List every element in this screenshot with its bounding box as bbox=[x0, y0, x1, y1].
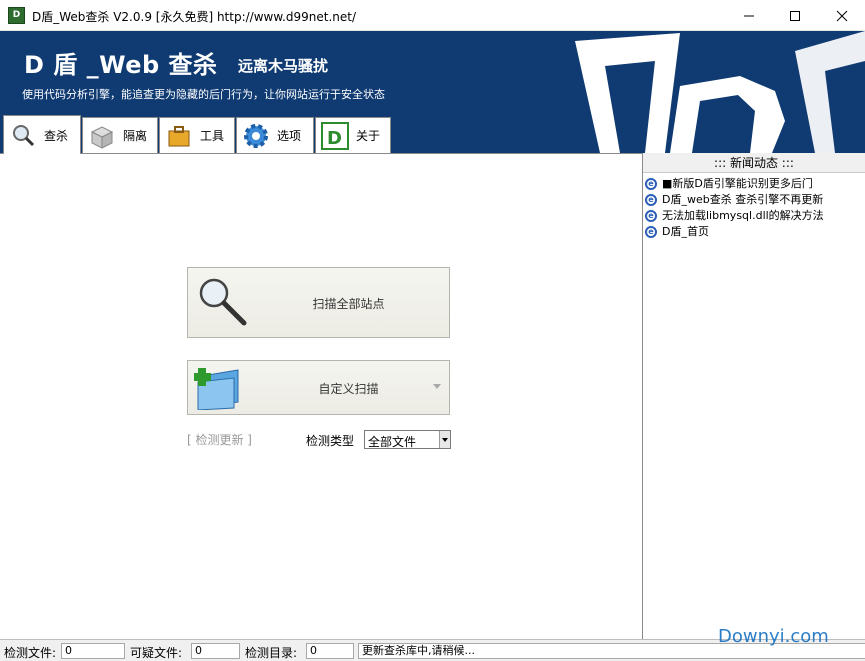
suspicious-files-label: 可疑文件: bbox=[130, 646, 183, 660]
news-header: ::: 新闻动态 ::: bbox=[643, 153, 865, 173]
magnifier-icon bbox=[194, 273, 250, 332]
banner-title: D 盾 _Web 查杀 bbox=[24, 51, 218, 79]
chevron-down-icon[interactable] bbox=[433, 384, 441, 389]
banner-slogan: 远离木马骚扰 bbox=[238, 57, 329, 75]
app-icon: D bbox=[8, 7, 25, 24]
box-icon bbox=[87, 121, 117, 151]
custom-scan-button[interactable]: 自定义扫描 bbox=[187, 360, 450, 415]
banner-description: 使用代码分析引擎，能追查更为隐藏的后门行为，让你网站运行于安全状态 bbox=[22, 88, 385, 101]
window-title: D盾_Web查杀 V2.0.9 [永久免费] http://www.d99net… bbox=[32, 10, 357, 24]
tab-about[interactable]: D 关于 bbox=[315, 117, 391, 153]
tab-label: 隔离 bbox=[123, 129, 148, 143]
check-update-link[interactable]: [ 检测更新 ] bbox=[187, 431, 252, 448]
files-checked-value: 0 bbox=[61, 643, 125, 659]
dirs-checked-value: 0 bbox=[306, 643, 354, 659]
news-panel: ::: 新闻动态 ::: e ■新版D盾引擎能识别更多后门 e D盾_web查杀… bbox=[642, 153, 865, 639]
news-item-label: D盾_web查杀 查杀引擎不再更新 bbox=[662, 193, 824, 206]
news-item[interactable]: e ■新版D盾引擎能识别更多后门 bbox=[645, 176, 865, 192]
news-list: e ■新版D盾引擎能识别更多后门 e D盾_web查杀 查杀引擎不再更新 e 无… bbox=[643, 173, 865, 240]
folder-add-icon bbox=[193, 362, 242, 413]
maximize-button[interactable] bbox=[772, 0, 818, 31]
tab-options[interactable]: 选项 bbox=[236, 117, 314, 153]
watermark-logo: Downyi.com bbox=[718, 626, 829, 647]
tab-scan[interactable]: 查杀 bbox=[3, 115, 81, 154]
close-icon bbox=[836, 10, 848, 21]
d-logo-icon: D bbox=[320, 121, 350, 151]
scan-type-select[interactable]: 全部文件 bbox=[364, 430, 451, 449]
custom-scan-label: 自定义扫描 bbox=[318, 382, 379, 396]
dirs-checked-label: 检测目录: bbox=[245, 646, 298, 660]
scan-type-value: 全部文件 bbox=[368, 435, 417, 449]
gear-icon bbox=[241, 121, 271, 151]
minimize-icon bbox=[744, 15, 754, 16]
news-item[interactable]: e 无法加载libmysql.dll的解决方法 bbox=[645, 208, 865, 224]
tab-quarantine[interactable]: 隔离 bbox=[82, 117, 158, 153]
scan-all-sites-button[interactable]: 扫描全部站点 bbox=[187, 267, 450, 338]
news-item[interactable]: e D盾_web查杀 查杀引擎不再更新 bbox=[645, 192, 865, 208]
tab-label: 查杀 bbox=[44, 128, 69, 143]
files-checked-label: 检测文件: bbox=[4, 646, 57, 660]
title-bar: D D盾_Web查杀 V2.0.9 [永久免费] http://www.d99n… bbox=[0, 0, 865, 31]
tab-label: 工具 bbox=[200, 129, 225, 143]
ie-icon: e bbox=[645, 178, 657, 190]
tab-tools[interactable]: 工具 bbox=[159, 117, 235, 153]
scan-panel: 扫描全部站点 自定义扫描 [ 检测更新 ] 检测类型 全部文件 bbox=[0, 153, 642, 639]
close-button[interactable] bbox=[819, 0, 865, 31]
news-item-label: ■新版D盾引擎能识别更多后门 bbox=[662, 177, 813, 190]
maximize-icon bbox=[790, 10, 800, 21]
svg-text:D: D bbox=[327, 128, 342, 149]
scan-all-label: 扫描全部站点 bbox=[312, 297, 385, 311]
suspicious-files-value: 0 bbox=[191, 643, 240, 659]
toolbox-icon bbox=[164, 121, 194, 151]
dropdown-arrow-icon[interactable] bbox=[439, 431, 450, 448]
tab-label: 选项 bbox=[277, 129, 302, 143]
news-item-label: 无法加载libmysql.dll的解决方法 bbox=[662, 209, 824, 222]
scan-type-label: 检测类型 bbox=[306, 434, 355, 448]
news-item[interactable]: e D盾_首页 bbox=[645, 224, 865, 240]
tab-label: 关于 bbox=[356, 129, 381, 143]
magnifier-icon bbox=[8, 120, 38, 150]
tab-strip: 查杀 隔离 工具 选项 D 关于 bbox=[0, 115, 640, 154]
ie-icon: e bbox=[645, 210, 657, 222]
ie-icon: e bbox=[645, 226, 657, 238]
ie-icon: e bbox=[645, 194, 657, 206]
minimize-button[interactable] bbox=[726, 0, 772, 31]
news-item-label: D盾_首页 bbox=[662, 225, 709, 238]
